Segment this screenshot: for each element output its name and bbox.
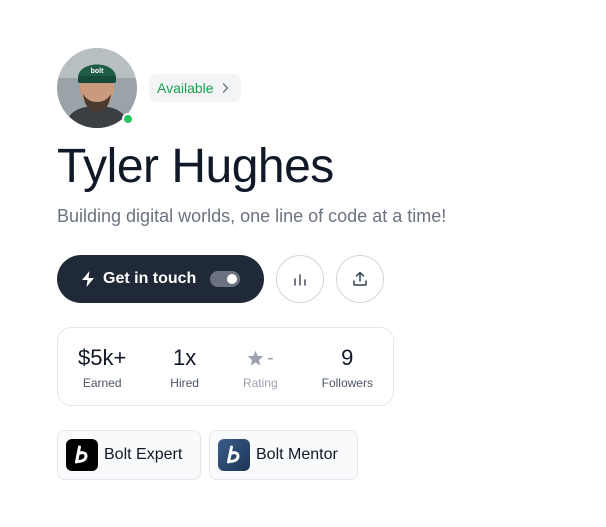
lightning-icon bbox=[81, 271, 95, 287]
stat-value: 9 bbox=[341, 344, 354, 370]
stat-rating: - Rating bbox=[243, 344, 278, 390]
stat-value: - bbox=[247, 344, 274, 372]
stats-button[interactable] bbox=[276, 255, 324, 303]
profile-tagline: Building digital worlds, one line of cod… bbox=[57, 206, 447, 226]
bolt-expert-badge[interactable]: Bolt Expert bbox=[57, 430, 201, 480]
rating-value: - bbox=[266, 346, 274, 369]
stat-label: Hired bbox=[170, 375, 199, 390]
stat-label: Earned bbox=[82, 375, 122, 390]
share-icon bbox=[352, 271, 368, 287]
get-in-touch-label: Get in touch bbox=[103, 270, 197, 287]
stat-value: $5k+ bbox=[78, 344, 127, 370]
get-in-touch-button[interactable]: Get in touch bbox=[57, 255, 264, 303]
availability-label: Available bbox=[157, 80, 214, 96]
stat-followers[interactable]: 9 Followers bbox=[322, 344, 373, 390]
stats-card: $5k+ Earned 1x Hired - Rating 9 Follower… bbox=[57, 327, 394, 406]
stat-label: Followers bbox=[321, 375, 373, 390]
profile-name: Tyler Hughes bbox=[57, 140, 334, 193]
bolt-logo-icon bbox=[66, 439, 98, 471]
avatar-beanie-text: bolt bbox=[91, 68, 104, 75]
bolt-logo-icon bbox=[218, 439, 250, 471]
bar-chart-icon bbox=[292, 272, 308, 286]
chevron-right-icon bbox=[222, 83, 229, 93]
share-button[interactable] bbox=[336, 255, 384, 303]
stat-label: Rating bbox=[242, 375, 278, 390]
avatar[interactable]: bolt bbox=[57, 48, 137, 128]
stat-value: 1x bbox=[173, 344, 197, 370]
stat-earned: $5k+ Earned bbox=[78, 344, 126, 390]
contact-toggle[interactable] bbox=[210, 271, 240, 287]
toggle-knob bbox=[227, 274, 237, 284]
badge-label: Bolt Mentor bbox=[256, 446, 338, 463]
stat-hired: 1x Hired bbox=[170, 344, 199, 390]
availability-badge[interactable]: Available bbox=[149, 74, 241, 102]
bolt-mentor-badge[interactable]: Bolt Mentor bbox=[209, 430, 358, 480]
star-icon bbox=[247, 350, 264, 366]
online-status-dot bbox=[122, 113, 134, 125]
badge-label: Bolt Expert bbox=[104, 446, 183, 463]
